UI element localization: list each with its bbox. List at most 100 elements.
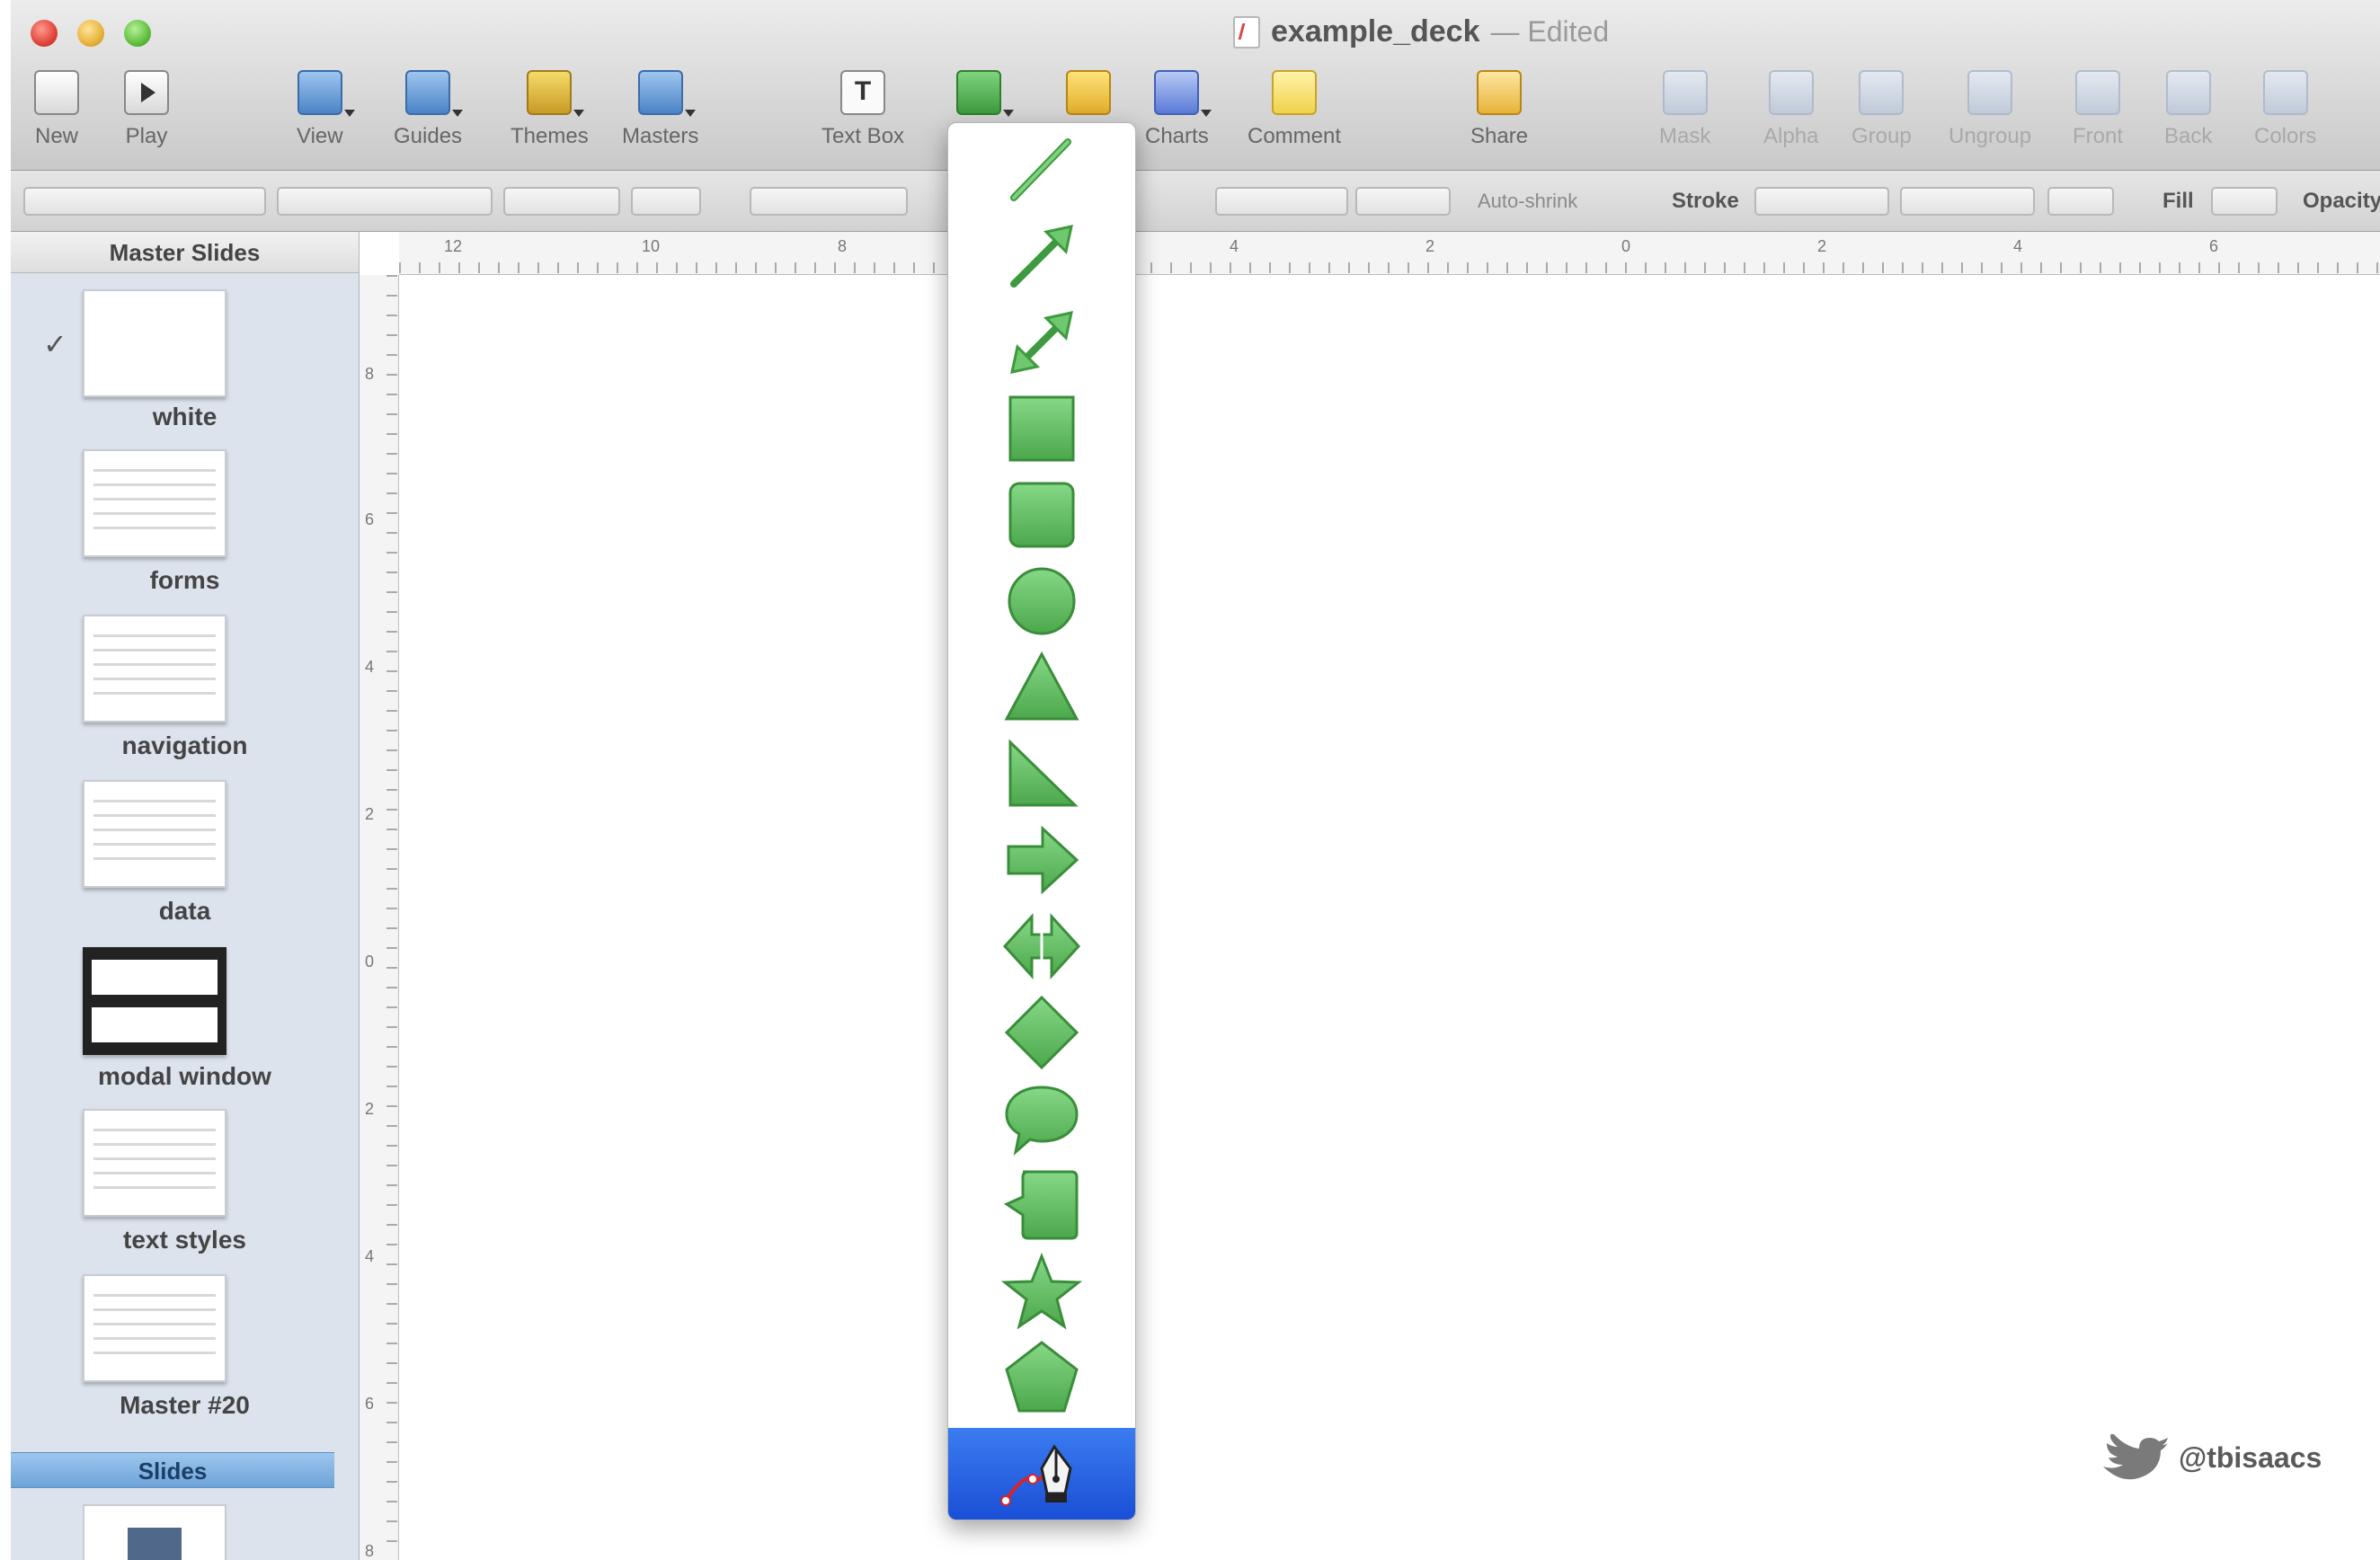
square-icon [1008,395,1075,462]
toolbar-label: Ungroup [1949,124,2032,148]
shape-star-item[interactable] [948,1248,1135,1334]
double-arrow-line-icon [1010,311,1073,374]
slide-navigator: Master Slides ✓ white forms navigation d… [11,232,360,1560]
toolbar-masters-button[interactable]: Masters [622,70,698,149]
shape-right-triangle-item[interactable] [948,731,1135,817]
toolbar-text-box-button[interactable]: T Text Box [821,70,904,149]
toolbar-mask-button[interactable]: Mask [1659,70,1710,149]
star-icon [1001,1252,1082,1330]
masters-icon [637,70,696,117]
minimize-window-button[interactable] [77,20,104,47]
toolbar-alpha-button[interactable]: Alpha [1763,70,1818,149]
style-select[interactable] [23,187,266,216]
master-label: modal window [98,1062,271,1090]
circle-icon [1008,567,1076,635]
toolbar-label: Front [2073,124,2124,148]
slide-canvas[interactable] [399,275,2380,1560]
master-thumb-text-styles[interactable] [83,1109,226,1217]
ruler-number: 2 [1817,237,1827,255]
document-state: — Edited [1490,15,1610,48]
shape-double-arrow-item[interactable] [948,903,1135,989]
font-family-select[interactable] [277,187,493,216]
master-thumb-data[interactable] [83,780,226,888]
horizontal-ruler[interactable]: 12 10 8 6 4 2 0 2 4 6 [399,232,2380,275]
ruler-number: 2 [1425,237,1435,255]
shape-circle-item[interactable] [948,558,1135,644]
toolbar-colors-button[interactable]: Colors [2254,70,2316,149]
close-window-button[interactable] [31,20,58,47]
shape-arrow-item[interactable] [948,817,1135,903]
stroke-width-select[interactable] [1900,187,2035,216]
shape-rounded-square-item[interactable] [948,472,1135,558]
vertical-ruler[interactable]: 8 6 4 2 0 2 4 6 8 [360,275,399,1560]
ruler-number: 0 [1621,237,1631,255]
ruler-number: 2 [365,805,375,823]
toolbar-front-button[interactable]: Front [2073,70,2123,149]
shape-triangle-item[interactable] [948,644,1135,731]
speech-bubble-icon [1005,1086,1079,1157]
shape-double-arrow-line-item[interactable] [948,299,1135,386]
mask-icon [1662,70,1708,115]
auto-shrink-checkbox[interactable]: Auto-shrink [1478,187,1577,216]
shape-callout-square-item[interactable] [948,1162,1135,1248]
master-thumb-20[interactable] [83,1274,226,1382]
shape-pentagon-item[interactable] [948,1334,1135,1421]
master-label: navigation [121,731,248,759]
document-icon [1233,15,1260,49]
toolbar-back-button[interactable]: Back [2164,70,2212,149]
shape-line-item[interactable] [948,127,1135,213]
stroke-color-well[interactable] [2047,187,2114,216]
ruler-number: 10 [642,237,661,255]
master-label: data [158,897,211,925]
master-thumb-modal-window[interactable] [83,947,226,1055]
toolbar-table-button[interactable] [956,70,1014,117]
toolbar-themes-button[interactable]: Themes [511,70,589,149]
front-icon [2075,70,2120,115]
slide-thumb[interactable] [83,1504,226,1560]
shape-arrow-line-item[interactable] [948,213,1135,299]
share-icon [1477,70,1523,115]
font-size-select[interactable] [503,187,620,216]
master-label: text styles [123,1226,246,1254]
toolbar-ungroup-button[interactable]: Ungroup [1949,70,2031,149]
toolbar-view-button[interactable]: View [297,70,355,149]
diamond-icon [1004,995,1079,1070]
stroke-style-select[interactable] [1754,187,1889,216]
toolbar-group-button[interactable]: Group [1852,70,1912,149]
font-color-well[interactable] [631,187,701,216]
ruler-number: 0 [365,953,375,971]
shape-diamond-item[interactable] [948,989,1135,1076]
toolbar-label: Themes [511,124,589,148]
right-triangle-icon [1008,739,1079,807]
toolbar-new-button[interactable]: New [34,70,79,149]
line-icon [1010,138,1071,201]
line-spacing-select[interactable] [1215,187,1348,216]
rounded-square-icon [1008,482,1075,548]
ruler-number: 4 [2013,237,2023,255]
master-thumb-navigation[interactable] [83,615,226,722]
master-thumb-forms[interactable] [83,449,226,557]
master-thumb-white[interactable] [83,289,226,397]
shapes-icon [1066,70,1111,115]
fill-color-well[interactable] [2211,187,2278,216]
shape-pen-tool-item[interactable] [948,1428,1135,1520]
checkmark-icon: ✓ [43,328,67,360]
pentagon-icon [1005,1341,1079,1413]
shapes-menu [947,122,1136,1520]
slides-header[interactable]: Slides [11,1452,334,1488]
toolbar-label: Alpha [1763,124,1819,148]
columns-select[interactable] [1355,187,1451,216]
toolbar-guides-button[interactable]: Guides [394,70,464,149]
view-icon [297,70,355,117]
zoom-window-button[interactable] [124,20,151,47]
shape-square-item[interactable] [948,386,1135,472]
toolbar-shapes-button[interactable] [1066,70,1111,115]
toolbar-label: Masters [622,124,699,148]
text-style-buttons[interactable] [750,187,908,216]
toolbar-play-button[interactable]: Play [124,70,169,149]
toolbar-share-button[interactable]: Share [1470,70,1528,149]
toolbar-charts-button[interactable]: Charts [1145,70,1212,149]
toolbar-comment-button[interactable]: Comment [1248,70,1341,149]
shape-speech-bubble-item[interactable] [948,1076,1135,1162]
toolbar-label: Share [1470,124,1529,148]
